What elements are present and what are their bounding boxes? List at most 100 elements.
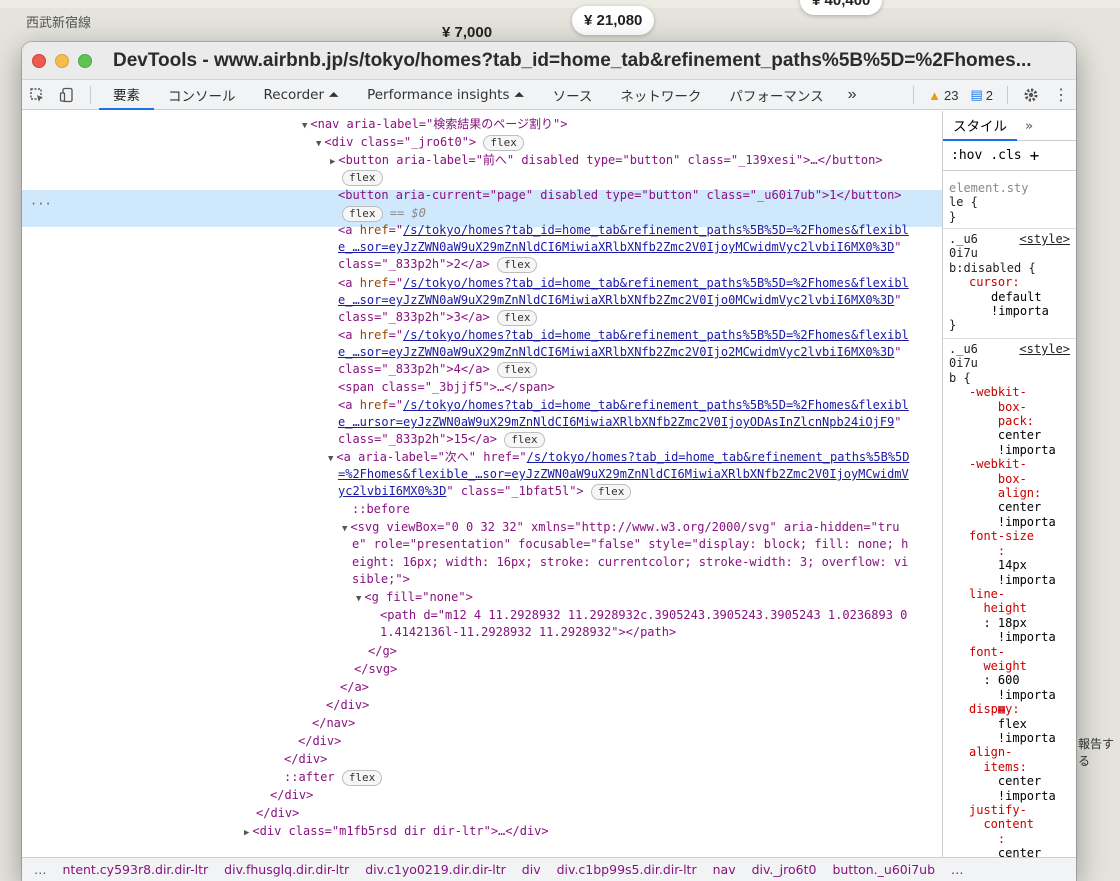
dom-node-a-page3-class[interactable]: class="_833p2h">3</a> flex <box>338 309 538 326</box>
css-value[interactable]: center <box>949 846 1076 857</box>
css-property[interactable]: cursor: <box>949 275 1076 289</box>
dom-node-div-close[interactable]: </div> <box>326 697 369 714</box>
css-value[interactable]: : 600 <box>949 673 1076 687</box>
cls-toggle[interactable]: .cls <box>990 148 1021 163</box>
dom-node-a-page15-class[interactable]: class="_833p2h">15</a> flex <box>338 431 545 448</box>
css-property[interactable]: -webkit- <box>949 385 1076 399</box>
css-value[interactable]: !importa <box>949 630 1076 644</box>
flex-badge[interactable]: flex <box>496 362 538 378</box>
minimize-window-button[interactable] <box>55 53 69 68</box>
flex-badge[interactable]: flex <box>341 770 383 786</box>
dom-node-a-page15-href[interactable]: e_…ursor=eyJzZWN0aW9uX29mZnNldCI6MiwiaXR… <box>338 414 902 431</box>
breadcrumb-item[interactable]: div.c1bp99s5.dir.dir-ltr <box>549 862 705 877</box>
css-property[interactable]: weight <box>949 659 1076 673</box>
dom-node-g[interactable]: ▼ <g fill="none"> <box>356 589 473 608</box>
dom-node-a-page4[interactable]: <a href="/s/tokyo/homes?tab_id=home_tab&… <box>338 327 909 344</box>
dom-node-div-jro[interactable]: ▼ <div class="_jro6t0"> flex <box>316 134 524 153</box>
dom-node-a-close[interactable]: </a> <box>340 679 369 696</box>
dom-node-after[interactable]: ::after flex <box>284 769 383 786</box>
css-property[interactable]: height <box>949 601 1076 615</box>
dom-node-span-ellipsis[interactable]: <span class="_3bjjf5">…</span> <box>338 379 555 396</box>
css-property[interactable]: line- <box>949 587 1076 601</box>
css-property[interactable]: : <box>949 544 1076 558</box>
link-href[interactable]: /s/tokyo/homes?tab_id=home_tab&refinemen… <box>403 223 909 237</box>
flex-badge[interactable]: flex <box>496 257 538 273</box>
link-href[interactable]: /s/tokyo/homes?tab_id=home_tab&refinemen… <box>403 398 909 412</box>
link-href[interactable]: e_…sor=eyJzZWN0aW9uX29mZnNldCI6MiwiaXRlb… <box>338 293 894 307</box>
breadcrumb-item[interactable]: div.c1yo0219.dir.dir-ltr <box>357 862 514 877</box>
dom-node-before[interactable]: ::before <box>352 501 410 518</box>
css-property[interactable]: box- <box>949 400 1076 414</box>
more-options-icon[interactable]: ⋮ <box>1046 80 1076 110</box>
inspect-element-icon[interactable] <box>22 80 52 110</box>
link-href[interactable]: /s/tokyo/homes?tab_id=home_tab&refinemen… <box>527 450 910 464</box>
style-source-link[interactable]: <style> <box>1019 342 1070 356</box>
dom-node-div-close[interactable]: </div> <box>298 733 341 750</box>
dom-node-path[interactable]: <path d="m12 4 11.2928932 11.2928932c.39… <box>380 607 907 624</box>
breadcrumb-overflow[interactable]: … <box>22 862 55 877</box>
css-property[interactable]: content <box>949 817 1076 831</box>
flex-badge[interactable]: flex <box>590 484 632 500</box>
breadcrumb-item-active[interactable]: button._u60i7ub <box>824 862 943 877</box>
dom-node-button-current[interactable]: <button aria-current="page" disabled typ… <box>338 187 902 204</box>
tab-recorder[interactable]: Recorder ⏶ <box>250 80 354 110</box>
css-value[interactable]: !importa <box>949 515 1076 529</box>
dom-node-svg-cont[interactable]: e" role="presentation" focusable="false"… <box>352 536 908 553</box>
style-source-link[interactable]: <style> <box>1019 232 1070 246</box>
more-panes-button[interactable]: » <box>1017 118 1033 134</box>
dom-node-div-m1[interactable]: ▶ <div class="m1fb5rsd dir dir-ltr">…</di… <box>244 823 549 842</box>
dom-node-div-close[interactable]: </div> <box>284 751 327 768</box>
breadcrumb-overflow[interactable]: … <box>943 862 972 877</box>
css-value[interactable]: : 18px <box>949 616 1076 630</box>
dom-node-a-page15[interactable]: <a href="/s/tokyo/homes?tab_id=home_tab&… <box>338 397 909 414</box>
hov-toggle[interactable]: :hov <box>951 148 982 163</box>
dom-node-a-page4-class[interactable]: class="_833p2h">4</a> flex <box>338 361 538 378</box>
close-window-button[interactable] <box>32 53 46 68</box>
link-href[interactable]: yc2lvbiI6MX0%3D <box>338 484 446 498</box>
breadcrumb-item[interactable]: nav <box>705 862 744 877</box>
node-actions-icon[interactable]: ··· <box>30 197 52 211</box>
tab-styles[interactable]: スタイル <box>943 111 1017 141</box>
link-href[interactable]: e_…sor=eyJzZWN0aW9uX29mZnNldCI6MiwiaXRlb… <box>338 345 894 359</box>
warnings-badge[interactable]: ▲ 23 <box>922 88 964 103</box>
css-value[interactable]: default <box>949 290 1076 304</box>
breadcrumb-item[interactable]: div._jro6t0 <box>744 862 825 877</box>
add-rule-button[interactable]: + <box>1030 146 1040 165</box>
css-property[interactable]: font- <box>949 645 1076 659</box>
style-rule-disabled[interactable]: <style> ._u6 0i7u b:disabled { cursor: d… <box>943 228 1076 333</box>
dom-node-div-close[interactable]: </div> <box>270 787 313 804</box>
css-property[interactable]: justify- <box>949 803 1076 817</box>
dom-node-a-page2[interactable]: <a href="/s/tokyo/homes?tab_id=home_tab&… <box>338 222 909 239</box>
messages-badge[interactable]: ▤ 2 <box>964 87 999 103</box>
css-value[interactable]: !importa <box>949 304 1076 318</box>
link-href[interactable]: =%2Fhomes&flexible_…sor=eyJzZWN0aW9uX29m… <box>338 467 909 481</box>
css-value[interactable]: center <box>949 774 1076 788</box>
dom-node-a-page3-href[interactable]: e_…sor=eyJzZWN0aW9uX29mZnNldCI6MiwiaXRlb… <box>338 292 902 309</box>
dom-node-a-next-class[interactable]: yc2lvbiI6MX0%3D" class="_1bfat5l"> flex <box>338 483 632 500</box>
css-value[interactable]: !importa <box>949 789 1076 803</box>
tab-elements[interactable]: 要素 <box>99 80 154 110</box>
css-value[interactable]: center <box>949 500 1076 514</box>
css-property[interactable]: pack: <box>949 414 1076 428</box>
dom-node-path-cont[interactable]: 1.4142136l-11.2928932 11.2928932"></path… <box>380 624 676 641</box>
map-report-text[interactable]: 報告する <box>1078 735 1120 769</box>
css-value[interactable]: flex <box>949 717 1076 731</box>
tab-sources[interactable]: ソース <box>539 80 607 110</box>
flex-badge[interactable]: flex <box>342 206 383 222</box>
css-property[interactable]: align: <box>949 486 1076 500</box>
dom-node-a-page3[interactable]: <a href="/s/tokyo/homes?tab_id=home_tab&… <box>338 275 909 292</box>
css-value[interactable]: !importa <box>949 573 1076 587</box>
css-property[interactable]: disp▦y: <box>949 702 1076 716</box>
css-property[interactable]: box- <box>949 472 1076 486</box>
tab-performance-insights[interactable]: Performance insights ⏶ <box>353 80 538 110</box>
dom-node-nav[interactable]: ▼ <nav aria-label="検索結果のページ割り"> <box>302 116 567 135</box>
css-property[interactable]: : <box>949 832 1076 846</box>
tab-network[interactable]: ネットワーク <box>606 80 715 110</box>
dom-node-nav-close[interactable]: </nav> <box>312 715 355 732</box>
tab-performance[interactable]: パフォーマンス <box>715 80 837 110</box>
css-value[interactable]: !importa <box>949 688 1076 702</box>
dom-node-svg-close[interactable]: </svg> <box>354 661 397 678</box>
breadcrumb-item[interactable]: ntent.cy593r8.dir.dir-ltr <box>55 862 217 877</box>
map-price-pin[interactable]: ¥ 40,400 <box>800 0 883 15</box>
dom-node-button-prev[interactable]: ▶ <button aria-label="前へ" disabled type="… <box>330 152 883 171</box>
